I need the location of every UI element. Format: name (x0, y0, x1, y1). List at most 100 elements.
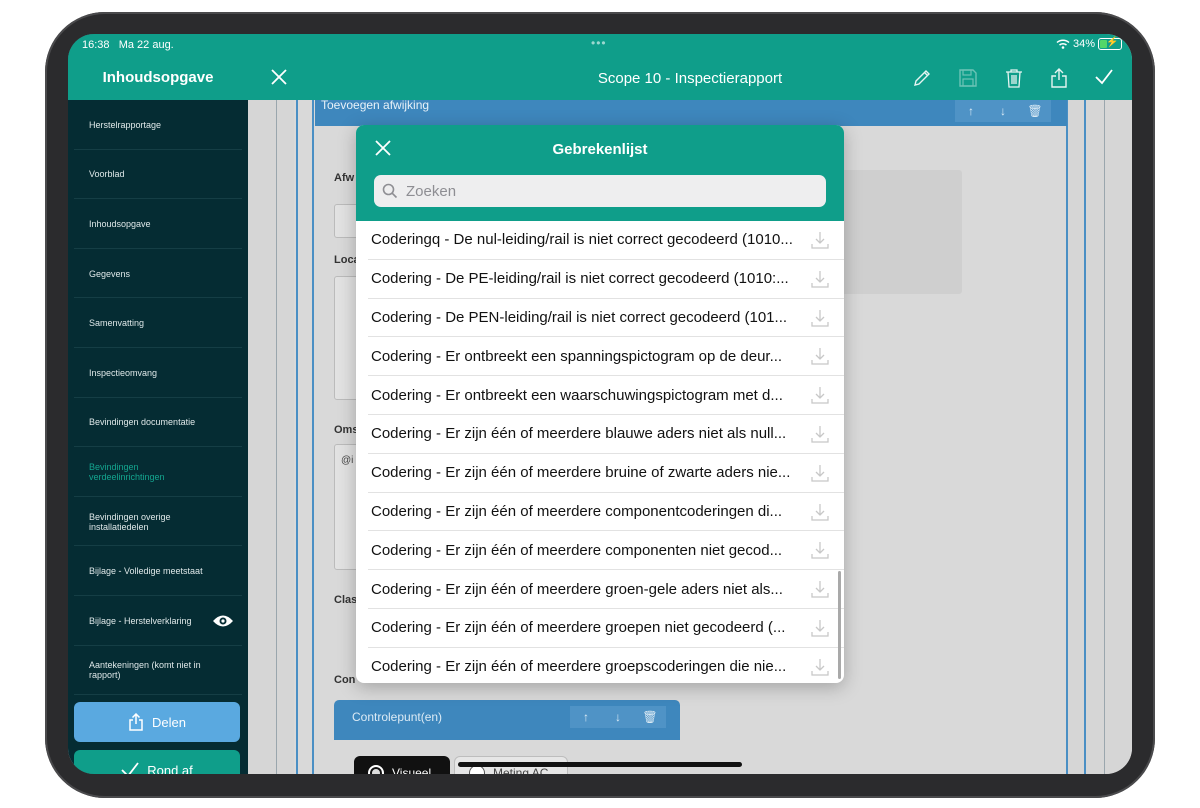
sidebar-item[interactable]: Bijlage - Herstelverklaring (68, 596, 248, 646)
defect-row[interactable]: Codering - De PE-leiding/rail is niet co… (368, 260, 844, 299)
modal-title: Gebrekenlijst (552, 141, 648, 158)
search-input[interactable] (404, 181, 808, 201)
defect-row[interactable]: Coderingq - De nul-leiding/rail is niet … (368, 221, 844, 260)
defect-label: Codering - Er ontbreekt een waarschuwing… (371, 386, 783, 404)
sidebar-item[interactable]: Bevindingen verdeelinrichtingen (68, 447, 248, 497)
sidebar-item[interactable]: Bevindingen documentatie (68, 398, 248, 448)
page-border (1104, 100, 1105, 774)
sidebar-title: Inhoudsopgave (102, 69, 214, 86)
defect-row[interactable]: Codering - Er zijn één of meerdere bruin… (368, 454, 844, 493)
defect-row[interactable]: Codering - Er ontbreekt een spanningspic… (368, 337, 844, 377)
defect-row[interactable]: Codering - Er zijn één of meerdere compo… (368, 531, 844, 571)
defect-row[interactable]: Codering - Er zijn één of meerdere blauw… (368, 415, 844, 454)
page-border (312, 100, 314, 774)
sidebar-list: Herstelrapportage Voorblad Inhoudsopgave Ge… (68, 100, 248, 695)
download-icon[interactable] (810, 463, 830, 483)
page-border (1084, 100, 1086, 774)
screen: 16:38 Ma 22 aug. ••• 34% ⚡ Inhoudsopgave… (68, 34, 1132, 774)
download-icon[interactable] (810, 385, 830, 405)
sidebar-item-label: Herstelrapportage (89, 119, 162, 130)
move-up-button[interactable]: ↑ (570, 706, 602, 728)
move-down-button[interactable]: ↓ (602, 706, 634, 728)
search-bar[interactable] (374, 175, 826, 207)
sidebar-item-label: Bijlage - Volledige meetstaat (89, 566, 203, 577)
search-icon (382, 183, 398, 199)
afwijking-bar: Toevoegen afwijking ↑ ↓ 🗑 (315, 98, 1067, 126)
share-label: Delen (152, 714, 186, 730)
defect-label: Codering - Er zijn één of meerdere compo… (371, 502, 783, 520)
move-up-button[interactable]: ↑ (955, 100, 987, 122)
finish-button[interactable]: Rond af (74, 750, 240, 774)
multitask-dots[interactable]: ••• (591, 36, 607, 50)
sidebar-item[interactable]: Inspectieomvang (68, 348, 248, 398)
download-icon[interactable] (810, 540, 830, 560)
confirm-icon[interactable] (1094, 68, 1114, 86)
option-meting-ac-label: Meting AC (493, 766, 549, 774)
sidebar-item-label: Inhoudsopgave (89, 218, 151, 229)
sidebar-item-label: Bevindingen verdeelinrichtingen (89, 461, 165, 482)
option-visueel[interactable]: Visueel (354, 756, 450, 774)
defect-label: Codering - Er zijn één of meerdere bruin… (371, 464, 791, 482)
download-icon[interactable] (810, 308, 830, 328)
defect-row[interactable]: Codering - Er zijn één of meerdere groen… (368, 570, 844, 609)
sidebar-item-label: Samenvatting (89, 318, 145, 329)
checkmark-icon (121, 762, 139, 774)
label-controlepunten: Con (334, 674, 356, 686)
defect-label: Codering - Er ontbreekt een spanningspic… (371, 347, 783, 365)
home-indicator[interactable] (458, 762, 742, 767)
sidebar-item[interactable]: Bevindingen overige installatiedelen (68, 497, 248, 547)
download-icon[interactable] (810, 424, 830, 444)
defect-label: Codering - Er zijn één of meerdere compo… (371, 541, 783, 559)
afwijking-title: Toevoegen afwijking (321, 98, 430, 112)
delete-button[interactable]: 🗑 (634, 706, 666, 728)
eye-icon[interactable] (212, 614, 234, 628)
download-icon[interactable] (810, 502, 830, 522)
sidebar-item[interactable]: Inhoudsopgave (68, 199, 248, 249)
defect-row[interactable]: Codering - Er ontbreekt een waarschuwing… (368, 376, 844, 415)
defect-row[interactable]: Codering - De PEN-leiding/rail is niet c… (368, 299, 844, 338)
delete-button[interactable]: 🗑 (1019, 100, 1051, 122)
download-icon[interactable] (810, 579, 830, 599)
sidebar-item[interactable]: Aantekeningen (komt niet in rapport) (68, 646, 248, 696)
upload-icon[interactable] (1050, 68, 1068, 88)
battery-percent: 34% (1072, 38, 1095, 50)
defect-label: Codering - Er zijn één of meerdere groep… (371, 619, 786, 637)
page-border (296, 100, 298, 774)
move-down-button[interactable]: ↓ (987, 100, 1019, 122)
sidebar-item-label: Aantekeningen (komt niet in rapport) (89, 660, 201, 681)
main-header: Scope 10 - Inspectierapport (248, 34, 1132, 100)
download-icon[interactable] (810, 618, 830, 638)
download-icon[interactable] (810, 346, 830, 366)
sidebar-item[interactable]: Herstelrapportage (68, 100, 248, 150)
defect-row[interactable]: Codering - Er zijn één of meerdere groep… (368, 648, 844, 683)
defect-row[interactable]: Codering - Er zijn één of meerdere groep… (368, 609, 844, 648)
share-icon (129, 713, 143, 731)
pencil-icon[interactable] (912, 68, 932, 88)
option-visueel-label: Visueel (392, 766, 432, 774)
page-border (276, 100, 277, 774)
download-icon[interactable] (810, 657, 830, 677)
sidebar-item-label: Bevindingen documentatie (89, 417, 196, 428)
save-icon[interactable] (958, 68, 978, 88)
defect-label: Coderingq - De nul-leiding/rail is niet … (371, 231, 793, 249)
finish-label: Rond af (147, 762, 193, 775)
defect-label: Codering - De PE-leiding/rail is niet co… (371, 270, 789, 288)
label-omschrijving: Oms (334, 424, 359, 436)
radio-selected-icon (368, 765, 384, 774)
sidebar: Inhoudsopgave Herstelrapportage Voorblad I… (68, 34, 248, 774)
share-button[interactable]: Delen (74, 702, 240, 742)
sidebar-item-label: Inspectieomvang (89, 367, 158, 378)
sidebar-item[interactable]: Voorblad (68, 150, 248, 200)
defect-label: Codering - Er zijn één of meerdere groen… (371, 580, 783, 598)
download-icon[interactable] (810, 230, 830, 250)
download-icon[interactable] (810, 269, 830, 289)
battery-icon: ⚡ (1098, 37, 1122, 50)
sidebar-item[interactable]: Samenvatting (68, 298, 248, 348)
trash-icon[interactable] (1004, 68, 1024, 88)
sidebar-item[interactable]: Gegevens (68, 249, 248, 299)
scrollbar[interactable] (838, 571, 841, 679)
omschrijving-text: @i (341, 455, 354, 466)
defect-row[interactable]: Codering - Er zijn één of meerdere compo… (368, 493, 844, 532)
sidebar-item-label: Bijlage - Herstelverklaring (89, 615, 192, 626)
sidebar-item[interactable]: Bijlage - Volledige meetstaat (68, 546, 248, 596)
